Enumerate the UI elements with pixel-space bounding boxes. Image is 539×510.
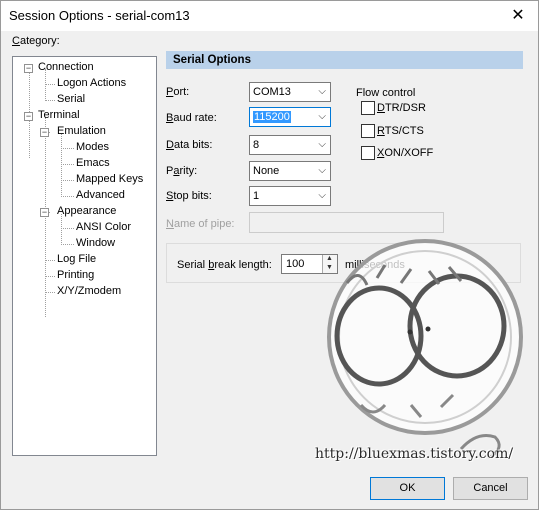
spinner-buttons[interactable]: ▲ ▼ (322, 255, 337, 273)
tree-connector (45, 84, 55, 85)
serial-break-label: Serial break length: (177, 259, 272, 271)
tree-item-emacs[interactable]: Emacs (76, 156, 110, 171)
tree-item-ansi-color[interactable]: ANSI Color (76, 220, 131, 235)
flow-control-group: Flow control DTR/DSR RTS/CTS XON/XOFF (351, 87, 449, 165)
name-of-pipe-label: Name of pipe: (166, 218, 235, 230)
tree-connector (61, 196, 74, 197)
serial-break-value: 100 (286, 258, 305, 270)
parity-value: None (253, 165, 280, 177)
rts-cts-checkbox[interactable] (361, 124, 375, 138)
xon-xoff-checkbox[interactable] (361, 146, 375, 160)
parity-label: Parity: (166, 165, 198, 177)
serial-break-spinner[interactable]: 100 ▲ ▼ (281, 254, 338, 274)
tree-connector (45, 100, 55, 101)
tree-item-printing[interactable]: Printing (57, 268, 94, 283)
tree-connector (45, 276, 55, 277)
tree-item-terminal[interactable]: Terminal (38, 108, 80, 123)
tree-connector (61, 148, 74, 149)
rts-cts-label[interactable]: RTS/CTS (377, 125, 424, 137)
tree-connector (61, 164, 74, 165)
spin-down-icon[interactable]: ▼ (326, 264, 333, 271)
tree-item-advanced[interactable]: Advanced (76, 188, 125, 203)
close-icon[interactable]: ✕ (498, 1, 538, 31)
baud-rate-value: 115200 (253, 111, 291, 123)
data-bits-label: Data bits: (166, 139, 213, 151)
tree-connector (45, 260, 55, 261)
tree-item-serial[interactable]: Serial (57, 92, 85, 107)
data-bits-value: 8 (253, 139, 260, 151)
stop-bits-label: Stop bits: (166, 190, 212, 202)
tree-connector (61, 244, 74, 245)
parity-select[interactable]: None ⌵ (249, 161, 331, 181)
tree-item-appearance[interactable]: Appearance (57, 204, 116, 219)
stop-bits-select[interactable]: 1 ⌵ (249, 186, 331, 206)
chevron-down-icon: ⌵ (318, 165, 326, 176)
tree-item-log-file[interactable]: Log File (57, 252, 96, 267)
tree-connector (45, 117, 46, 317)
tree-connector (61, 180, 74, 181)
tree-item-modes[interactable]: Modes (76, 140, 109, 155)
section-header: Serial Options (166, 51, 523, 69)
tree-connector (45, 292, 55, 293)
xon-xoff-label[interactable]: XON/XOFF (377, 147, 433, 159)
session-options-window: Session Options - serial-com13 ✕ Categor… (0, 0, 539, 510)
chevron-down-icon: ⌵ (318, 190, 326, 201)
dtr-dsr-label[interactable]: DTR/DSR (377, 102, 426, 114)
category-tree[interactable]: − − − − Connection Logon Actions Serial … (12, 56, 157, 456)
baud-rate-label: Baud rate: (166, 112, 217, 124)
flow-control-title: Flow control (356, 87, 416, 99)
stop-bits-value: 1 (253, 190, 260, 202)
name-of-pipe-input (249, 212, 444, 233)
collapse-icon[interactable]: − (24, 112, 33, 121)
tree-item-emulation[interactable]: Emulation (57, 124, 106, 139)
chevron-down-icon: ⌵ (318, 111, 326, 122)
tree-item-connection[interactable]: Connection (38, 60, 94, 75)
port-value: COM13 (253, 86, 291, 98)
dtr-dsr-checkbox[interactable] (361, 101, 375, 115)
tree-item-window[interactable]: Window (76, 236, 115, 251)
collapse-icon[interactable]: − (40, 128, 49, 137)
port-label: Port: (166, 86, 190, 98)
dialog-body: Category: − − − − Connection Logon Actio… (1, 31, 538, 509)
tree-item-xyzmodem[interactable]: X/Y/Zmodem (57, 284, 121, 299)
cancel-button[interactable]: Cancel (453, 477, 528, 500)
port-select[interactable]: COM13 ⌵ (249, 82, 331, 102)
tree-connector (61, 228, 74, 229)
collapse-icon[interactable]: − (24, 64, 33, 73)
data-bits-select[interactable]: 8 ⌵ (249, 135, 331, 155)
baud-rate-select[interactable]: 115200 ⌵ (249, 107, 331, 127)
tree-item-mapped-keys[interactable]: Mapped Keys (76, 172, 143, 187)
category-label: Category: (12, 35, 60, 47)
collapse-icon[interactable]: − (40, 208, 49, 217)
window-title: Session Options - serial-com13 (9, 8, 190, 23)
tree-item-logon-actions[interactable]: Logon Actions (57, 76, 126, 91)
tree-connector (61, 134, 62, 197)
milliseconds-label: milliseconds (345, 259, 405, 271)
spin-up-icon[interactable]: ▲ (326, 255, 333, 262)
chevron-down-icon: ⌵ (318, 139, 326, 150)
title-bar: Session Options - serial-com13 ✕ (1, 1, 538, 31)
section-title: Serial Options (173, 54, 251, 66)
chevron-down-icon: ⌵ (318, 86, 326, 97)
ok-button[interactable]: OK (370, 477, 445, 500)
